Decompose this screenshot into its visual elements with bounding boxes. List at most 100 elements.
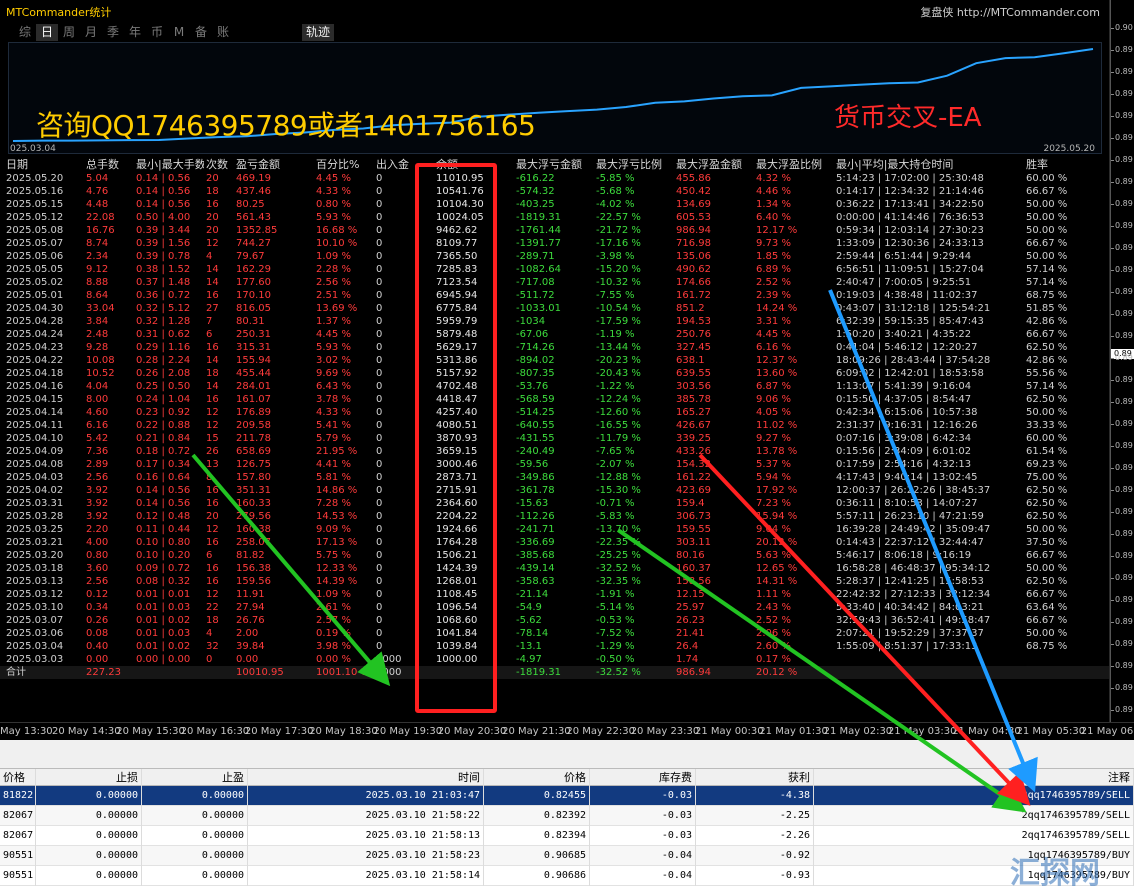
- cell-col-6: 0: [376, 446, 383, 457]
- period-tab-6[interactable]: 币: [146, 24, 168, 41]
- cell-col-7: 5959.79: [436, 316, 478, 327]
- period-tab-9[interactable]: 账户: [212, 24, 234, 56]
- order-row[interactable]: 82067 0.00000 0.00000 2025.03.10 21:58:13 0.…: [0, 826, 1134, 846]
- cell-col-2: 0.32 | 1.28: [136, 316, 191, 327]
- cell-col-13: 57.14 %: [1026, 277, 1068, 288]
- cell-col-0: 2025.04.24: [6, 329, 64, 340]
- cell-col-0: 2025.03.07: [6, 615, 64, 626]
- cell-col-8: -361.78: [516, 485, 555, 496]
- cell-col-7: 1068.60: [436, 615, 478, 626]
- stats-row: 2025.04.14 4.60 0.23 | 0.92 12 176.89 4.33 % 0…: [0, 406, 1109, 419]
- order-row[interactable]: 82067 0.00000 0.00000 2025.03.10 21:58:22 0.…: [0, 806, 1134, 826]
- period-tab-1[interactable]: 日: [36, 24, 58, 41]
- cell-col-8: -349.86: [516, 472, 555, 483]
- order-cell-col-3: 2025.03.10 21:58:14: [248, 866, 484, 886]
- cell-col-11: 2.52 %: [756, 615, 791, 626]
- cell-col-12: 5:33:40 | 40:34:42 | 84:03:21: [836, 602, 984, 613]
- cell-col-13: 62.50 %: [1026, 511, 1068, 522]
- order-row[interactable]: 81822 0.00000 0.00000 2025.03.10 21:03:47 0.…: [0, 786, 1134, 806]
- period-tab-4[interactable]: 季: [102, 24, 124, 41]
- stats-row: 2025.04.28 3.84 0.32 | 1.28 7 80.31 1.37 % 0 59…: [0, 315, 1109, 328]
- cell-col-3: 20: [206, 511, 219, 522]
- cell-col-3: 12: [206, 407, 219, 418]
- cell-col-4: 79.67: [236, 251, 265, 262]
- cell-col-12: 6:56:51 | 11:09:51 | 15:27:04: [836, 264, 984, 275]
- cell-col-0: 日期: [6, 158, 28, 171]
- cell-col-8: -1819.31: [516, 667, 561, 678]
- cell-col-0: 2025.05.20: [6, 173, 64, 184]
- cell-col-12: 5:28:37 | 12:41:25 | 15:58:53: [836, 576, 984, 587]
- period-tab-0[interactable]: 综: [14, 24, 36, 41]
- cell-col-13: 62.50 %: [1026, 485, 1068, 496]
- order-row[interactable]: 90551 0.00000 0.00000 2025.03.10 21:58:23 0.…: [0, 846, 1134, 866]
- cell-col-10: 80.16: [676, 550, 705, 561]
- stats-row: 2025.03.12 0.12 0.01 | 0.01 12 11.91 1.09 % 0 1…: [0, 588, 1109, 601]
- cell-col-0: 2025.04.22: [6, 355, 64, 366]
- time-label: 21 May 06:30: [1080, 726, 1134, 737]
- cell-col-7: 3659.15: [436, 446, 478, 457]
- price-label: 0.89: [1115, 67, 1133, 76]
- cell-col-1: 4.76: [86, 186, 109, 197]
- period-tab-5[interactable]: 年: [124, 24, 146, 41]
- order-cell-col-2: 0.00000: [142, 846, 248, 866]
- cell-col-2: 0.28 | 2.24: [136, 355, 191, 366]
- cell-col-5: 4.33 %: [316, 407, 351, 418]
- cell-col-0: 2025.04.10: [6, 433, 64, 444]
- cell-col-10: 25.97: [676, 602, 705, 613]
- time-label: 21 May 01:30: [759, 726, 828, 737]
- cell-col-9: 最大浮亏比例: [596, 158, 662, 171]
- cell-col-13: 50.00 %: [1026, 199, 1068, 210]
- cell-col-10: 339.25: [676, 433, 711, 444]
- cell-col-2: 0.23 | 0.92: [136, 407, 191, 418]
- period-tab-3[interactable]: 月: [80, 24, 102, 41]
- stats-row: 2025.04.16 4.04 0.25 | 0.50 14 284.01 6.43 % 0…: [0, 380, 1109, 393]
- cell-col-8: -1082.64: [516, 264, 561, 275]
- period-tab-7[interactable]: M: [168, 24, 190, 41]
- time-label: 20 May 19:30: [373, 726, 443, 737]
- cell-col-10: 165.27: [676, 407, 711, 418]
- cell-col-4: 160.33: [236, 498, 271, 509]
- cell-col-13: 63.64 %: [1026, 602, 1068, 613]
- cell-col-10: 250.76: [676, 329, 711, 340]
- orders-header-row[interactable]: 价格 止损 止盈 时间 价格 库存费 获利 注释: [0, 769, 1134, 786]
- site-link[interactable]: 复盘侠 http://MTCommander.com: [920, 4, 1100, 20]
- cell-col-4: 658.69: [236, 446, 271, 457]
- cell-col-5: 1.37 %: [316, 316, 351, 327]
- order-cell-col-0: 82067: [0, 806, 36, 826]
- cell-col-3: 16: [206, 498, 219, 509]
- price-label: 0.89: [1115, 595, 1133, 604]
- period-tab-8[interactable]: 备: [190, 24, 212, 41]
- cell-col-4: 279.56: [236, 511, 271, 522]
- cell-col-7: 8109.77: [436, 238, 478, 249]
- cell-col-4: 816.05: [236, 303, 271, 314]
- cell-col-0: 2025.03.06: [6, 628, 64, 639]
- cell-col-2: 0.17 | 0.34: [136, 459, 191, 470]
- stats-row: 2025.04.18 10.52 0.26 | 2.08 18 455.44 9.69 %…: [0, 367, 1109, 380]
- price-label: 0.89: [1115, 683, 1133, 692]
- cell-col-4: 176.89: [236, 407, 271, 418]
- time-label: 20 May 17:30: [244, 726, 314, 737]
- cell-col-13: 61.54 %: [1026, 446, 1068, 457]
- order-row[interactable]: 90551 0.00000 0.00000 2025.03.10 21:58:14 0.…: [0, 866, 1134, 886]
- cell-col-10: 450.42: [676, 186, 711, 197]
- cell-col-2: 0.12 | 0.48: [136, 511, 191, 522]
- cell-col-6: 0: [376, 173, 383, 184]
- cell-col-4: 437.46: [236, 186, 271, 197]
- track-button[interactable]: 轨迹: [302, 24, 335, 41]
- cell-col-5: 3.02 %: [316, 355, 351, 366]
- cell-col-8: -431.55: [516, 433, 555, 444]
- cell-col-0: 2025.05.06: [6, 251, 64, 262]
- stats-row: 2025.03.10 0.34 0.01 | 0.03 22 27.94 2.61 % 0 1…: [0, 601, 1109, 614]
- cell-col-9: -12.24 %: [596, 394, 641, 405]
- cell-col-11: 4.05 %: [756, 407, 791, 418]
- cell-col-5: 3.78 %: [316, 394, 351, 405]
- cell-col-4: 561.43: [236, 212, 271, 223]
- cell-col-10: 134.69: [676, 199, 711, 210]
- time-label: 21 May 00:30: [695, 726, 764, 737]
- cell-col-4: 10010.95: [236, 667, 284, 678]
- cell-col-6: 0: [376, 537, 383, 548]
- price-tick: [1111, 204, 1114, 205]
- cell-col-12: 0:15:50 | 4:37:05 | 8:54:47: [836, 394, 972, 405]
- price-label: 0.89: [1115, 353, 1133, 362]
- period-tab-2[interactable]: 周: [58, 24, 80, 41]
